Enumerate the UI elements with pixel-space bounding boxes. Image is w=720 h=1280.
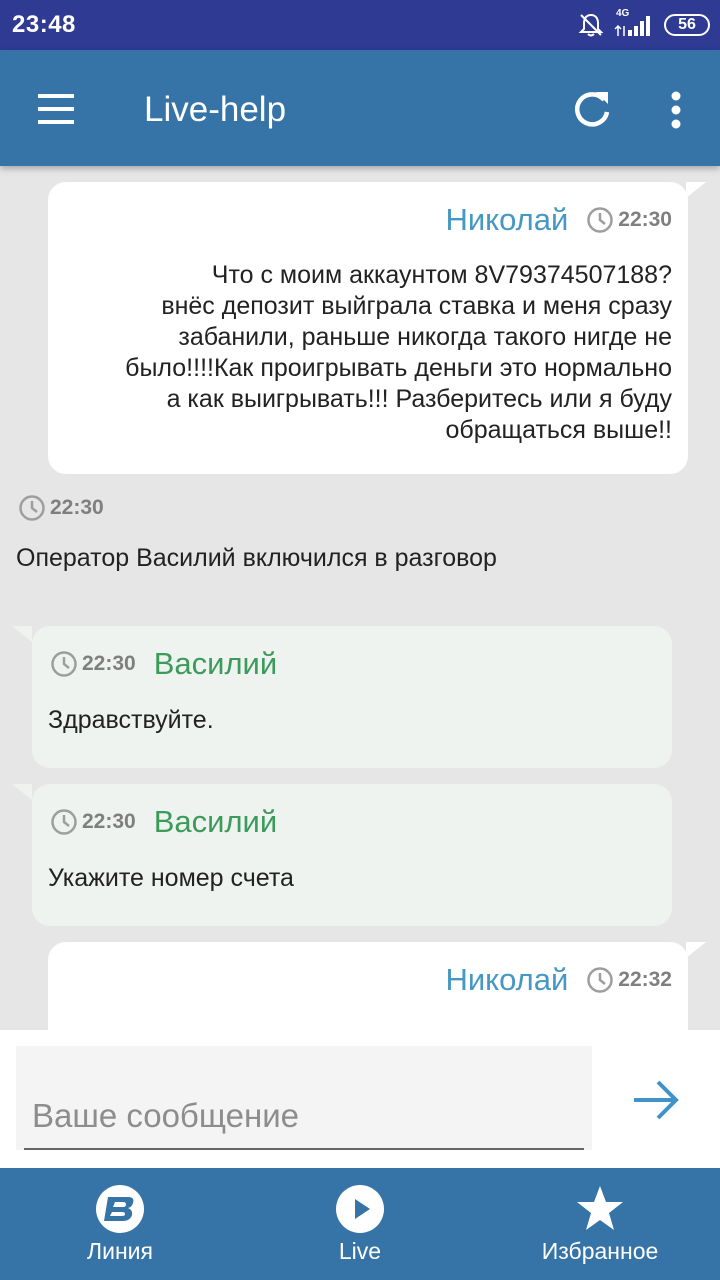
- message-time: 22:30: [618, 208, 672, 231]
- message-line: Что с моим аккаунтом 8V79374507188?: [211, 261, 672, 289]
- message-header: Николай 22:30: [445, 202, 672, 238]
- message-time: 22:30: [82, 810, 136, 833]
- message-line: обращаться выше!!: [445, 416, 672, 444]
- battery-level: 56: [678, 16, 696, 33]
- message-header: 22:30 Василий: [50, 646, 277, 682]
- clock-icon: [51, 809, 77, 835]
- operator-message: 22:30 Василий Укажите номер счета: [12, 784, 672, 926]
- clock-icon: [51, 651, 77, 677]
- message-input[interactable]: [32, 1094, 572, 1138]
- play-circle-icon: [336, 1185, 384, 1233]
- author-name: Николай: [445, 962, 569, 997]
- chat-history[interactable]: Николай 22:30 Что с моим аккаунтом 8V793…: [0, 166, 720, 1030]
- message-text: Что с моим аккаунтом 8V79374507188? внёс…: [72, 260, 672, 446]
- message-time: 22:32: [618, 968, 672, 991]
- signal-icon: 4G: [614, 8, 654, 38]
- composer: [0, 1030, 720, 1168]
- client-message: Николай 22:30 Что с моим аккаунтом 8V793…: [48, 182, 706, 474]
- author-name: Николай: [445, 202, 569, 237]
- client-message: Николай 22:32: [48, 942, 706, 1030]
- refresh-icon[interactable]: [566, 84, 618, 136]
- system-message-time: 22:30: [18, 494, 104, 522]
- clock-icon: [587, 207, 614, 233]
- nav-label: Live: [338, 1238, 382, 1264]
- author-name: Василий: [153, 804, 278, 839]
- bell-off-icon: [578, 13, 604, 37]
- message-line: было!!!!Как проигрывать деньги это норма…: [125, 354, 672, 382]
- star-icon: [577, 1186, 623, 1230]
- clock-icon: [19, 495, 45, 521]
- message-input-container: [16, 1046, 592, 1150]
- clock-icon: [587, 967, 614, 993]
- page-title: Live-help: [144, 90, 287, 129]
- message-time: 22:30: [50, 496, 104, 519]
- bottom-navigation: Линия Live Избранное: [0, 1168, 720, 1280]
- message-text: Здравствуйте.: [48, 706, 214, 734]
- author-name: Василий: [153, 646, 278, 681]
- operator-message: 22:30 Василий Здравствуйте.: [12, 626, 672, 768]
- system-message-text: Оператор Василий включился в разговор: [16, 544, 497, 572]
- arrow-right-icon[interactable]: [626, 1070, 686, 1130]
- app-bar: Live-help: [0, 50, 720, 166]
- battery-icon: 56: [664, 14, 710, 36]
- message-text: Укажите номер счета: [48, 864, 294, 892]
- message-line: забанили, раньше никогда такого нигде не: [178, 323, 672, 351]
- nav-item-favorites[interactable]: Избранное: [530, 1168, 670, 1280]
- status-time: 23:48: [12, 11, 76, 38]
- nav-label: Линия: [87, 1238, 153, 1264]
- status-bar: 23:48 4G 56: [0, 0, 720, 50]
- nav-label: Избранное: [541, 1238, 659, 1264]
- message-header: 22:30 Василий: [50, 804, 277, 840]
- nav-item-line[interactable]: Линия: [70, 1168, 170, 1280]
- message-time: 22:30: [82, 652, 136, 675]
- status-icons: 4G 56: [578, 8, 710, 40]
- message-line: внёс депозит выйграла ставка и меня сраз…: [161, 292, 672, 320]
- nav-item-live[interactable]: Live: [310, 1168, 410, 1280]
- menu-icon[interactable]: [26, 84, 86, 134]
- message-line: а как выигрывать!!! Разберитесь или я бу…: [166, 385, 672, 413]
- input-underline: [24, 1148, 584, 1150]
- message-header: Николай 22:32: [445, 962, 672, 998]
- more-vert-icon[interactable]: [656, 84, 696, 136]
- line-logo-icon: [96, 1185, 144, 1233]
